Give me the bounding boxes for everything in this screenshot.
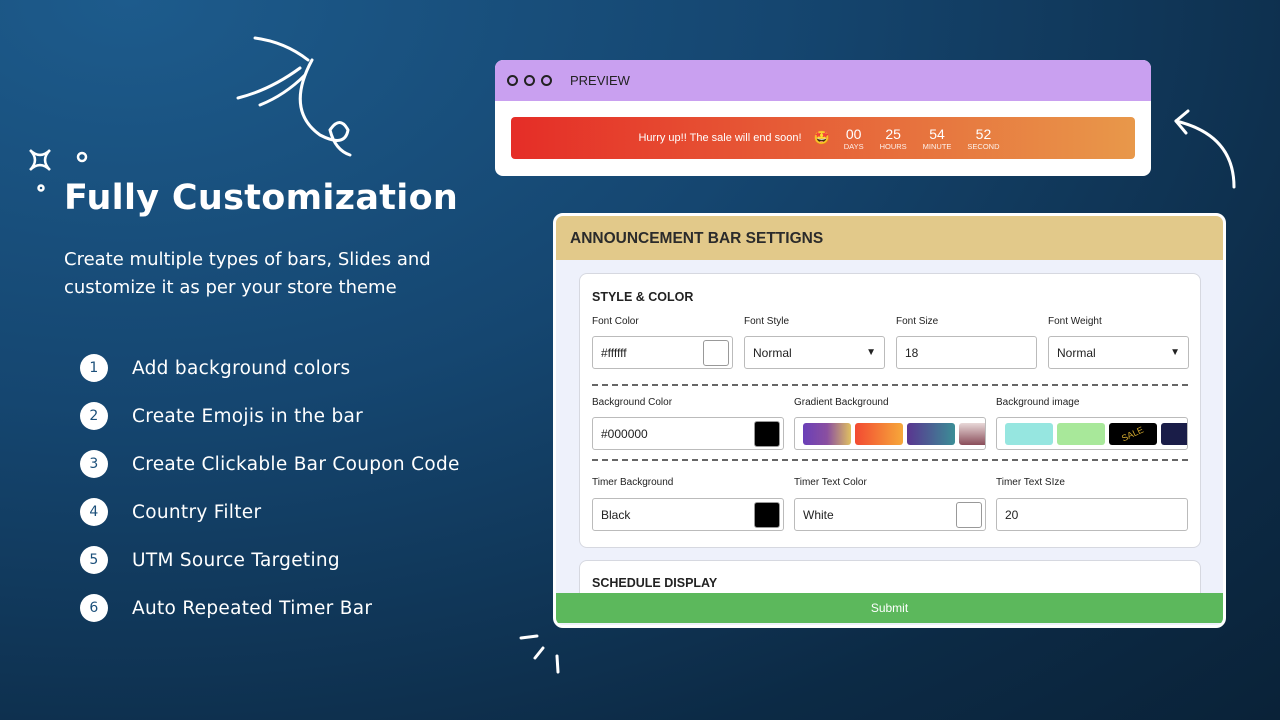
submit-button[interactable]: Submit: [556, 593, 1223, 623]
bg-image-option[interactable]: SALE: [1109, 422, 1157, 445]
color-swatch[interactable]: [703, 339, 729, 366]
timer-text-color-input[interactable]: White: [794, 498, 986, 531]
timer-value: 25: [885, 125, 901, 142]
feature-number: 1: [80, 354, 108, 382]
color-swatch[interactable]: [754, 501, 780, 528]
font-style-value: Normal: [753, 345, 792, 360]
bg-image-picker[interactable]: SALE: [996, 417, 1188, 450]
timer-unit: 25 HOURS: [880, 126, 907, 151]
chevron-down-icon: ▼: [1170, 347, 1180, 358]
settings-panel: ANNOUNCEMENT BAR SETTIGNS STYLE & COLOR …: [553, 213, 1226, 628]
divider: [592, 384, 1188, 386]
timer-value: 00: [845, 125, 862, 142]
gradient-option[interactable]: [907, 422, 955, 445]
preview-window: PREVIEW Hurry up!! The sale will end soo…: [495, 60, 1151, 176]
timer-unit: 54 MINUTE: [923, 126, 952, 151]
announcement-bar: Hurry up!! The sale will end soon! 🤩 00 D…: [511, 117, 1135, 159]
window-dot-icon: [507, 75, 518, 86]
bg-color-value: #000000: [601, 426, 648, 441]
countdown-timer: 00 DAYS 25 HOURS 54 MINUTE 52 SECOND: [836, 126, 1008, 151]
font-weight-select[interactable]: Normal ▼: [1048, 336, 1189, 369]
settings-title: ANNOUNCEMENT BAR SETTIGNS: [556, 216, 1223, 260]
feature-item: 3 Create Clickable Bar Coupon Code: [80, 450, 460, 478]
section-title: SCHEDULE DISPLAY: [592, 576, 718, 590]
timer-text-color-value: White: [803, 507, 834, 522]
bg-image-option[interactable]: [1161, 422, 1187, 445]
timer-value: 54: [929, 125, 945, 142]
bg-color-label: Background Color: [592, 397, 673, 408]
gradient-option[interactable]: [803, 422, 851, 445]
timer-bg-label: Timer Background: [592, 477, 674, 488]
decorative-swoosh-icon: [236, 36, 352, 157]
feature-number: 4: [80, 498, 108, 526]
feature-item: 2 Create Emojis in the bar: [80, 402, 363, 430]
style-color-card: STYLE & COLOR Font Color #ffffff Font St…: [579, 273, 1201, 548]
feature-number: 3: [80, 450, 108, 478]
feature-number: 6: [80, 594, 108, 622]
feature-item: 4 Country Filter: [80, 498, 261, 526]
bg-image-option[interactable]: [1057, 422, 1105, 445]
feature-label: Country Filter: [132, 501, 262, 523]
font-color-value: #ffffff: [601, 345, 627, 360]
font-style-label: Font Style: [744, 316, 790, 327]
feature-label: Auto Repeated Timer Bar: [132, 597, 373, 619]
timer-text-color-label: Timer Text Color: [794, 477, 867, 488]
timer-unit-label: DAYS: [843, 141, 864, 151]
gradient-option[interactable]: [855, 422, 903, 445]
feature-item: 5 UTM Source Targeting: [80, 546, 340, 574]
timer-text-size-value: 20: [1005, 507, 1019, 522]
feature-label: Add background colors: [132, 357, 351, 379]
gradient-option[interactable]: [959, 422, 985, 445]
feature-label: Create Emojis in the bar: [132, 405, 364, 427]
window-dot-icon: [541, 75, 552, 86]
sale-image-text: SALE: [1120, 424, 1146, 443]
gradient-picker[interactable]: [794, 417, 986, 450]
font-color-label: Font Color: [592, 316, 639, 327]
gradient-label: Gradient Background: [794, 397, 889, 408]
font-weight-label: Font Weight: [1048, 316, 1102, 327]
decorative-dash-icon: [519, 634, 560, 674]
bg-image-label: Background image: [996, 397, 1080, 408]
page-title: Fully Customization: [64, 178, 459, 218]
timer-unit-label: HOURS: [879, 141, 907, 151]
feature-number: 5: [80, 546, 108, 574]
feature-item: 1 Add background colors: [80, 354, 351, 382]
font-style-select[interactable]: Normal ▼: [744, 336, 885, 369]
arrow-curve-icon: [1174, 109, 1236, 189]
feature-item: 6 Auto Repeated Timer Bar: [80, 594, 372, 622]
feature-number: 2: [80, 402, 108, 430]
timer-text-size-label: Timer Text SIze: [996, 477, 1065, 488]
timer-bg-input[interactable]: Black: [592, 498, 784, 531]
color-swatch[interactable]: [754, 420, 780, 447]
chevron-down-icon: ▼: [866, 347, 876, 358]
bg-image-option[interactable]: [1005, 422, 1053, 445]
feature-label: Create Clickable Bar Coupon Code: [132, 453, 460, 475]
preview-title: PREVIEW: [570, 73, 630, 88]
window-dot-icon: [524, 75, 535, 86]
font-size-input[interactable]: 18: [896, 336, 1037, 369]
font-weight-value: Normal: [1057, 345, 1096, 360]
timer-unit: 00 DAYS: [844, 126, 864, 151]
color-swatch[interactable]: [956, 501, 982, 528]
bar-message: Hurry up!! The sale will end soon!: [638, 132, 802, 144]
section-title: STYLE & COLOR: [592, 290, 694, 304]
timer-unit: 52 SECOND: [967, 126, 999, 151]
timer-unit-label: SECOND: [967, 141, 1000, 151]
font-color-input[interactable]: #ffffff: [592, 336, 733, 369]
subtitle: Create multiple types of bars, Slides an…: [64, 249, 431, 298]
timer-value: 52: [975, 125, 992, 142]
font-size-value: 18: [905, 345, 919, 360]
divider: [592, 459, 1188, 461]
timer-unit-label: MINUTE: [922, 141, 952, 151]
bg-color-input[interactable]: #000000: [592, 417, 784, 450]
emoji-icon: 🤩: [813, 130, 830, 145]
feature-label: UTM Source Targeting: [132, 549, 340, 571]
timer-text-size-input[interactable]: 20: [996, 498, 1188, 531]
timer-bg-value: Black: [601, 507, 631, 522]
font-size-label: Font Size: [896, 316, 939, 327]
